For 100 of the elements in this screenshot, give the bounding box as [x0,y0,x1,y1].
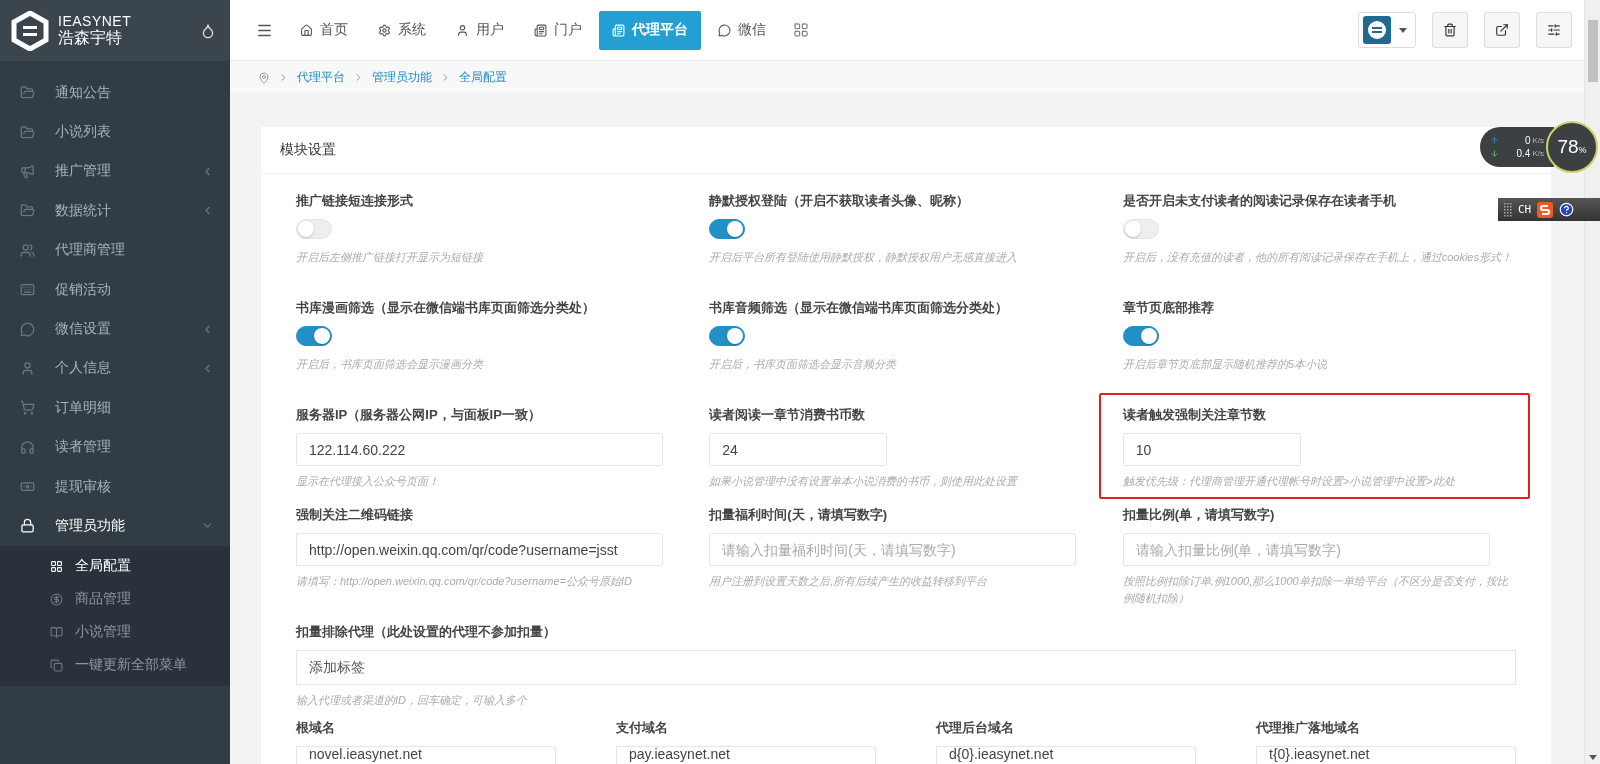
subitem-icon [50,658,63,672]
input-field[interactable]: 请输入扣量比例(单，请填写数字) [1122,533,1490,567]
sidebar-item-icon [20,400,35,416]
field-label: 强制关注二维码链接 [296,506,413,525]
ime-mode[interactable]: CH [1518,203,1532,216]
breadcrumb-link[interactable]: 管理员功能 [372,69,432,86]
caret-icon [1399,27,1407,33]
help-text: 如果小说管理中没有设置单本小说消费的书币，则使用此处设置 [709,474,1019,489]
card-title: 模块设置 [280,141,336,159]
sidebar-item-icon [20,203,35,219]
field-label: 扣量排除代理（此处设置的代理不参加扣量） [296,623,556,642]
help-text: 开启后左侧推广链接打开显示为短链接 [296,250,485,265]
input-method-logo-icon[interactable] [1537,201,1554,218]
sliders-icon [1547,23,1561,37]
input-field[interactable]: 24 [709,433,888,466]
sidebar-subitem[interactable]: 一键更新全部菜单 [0,648,230,682]
tab-icon [378,23,391,37]
help-text: 输入代理或者渠道的ID，回车确定，可输入多个 [296,693,529,709]
subitem-icon [50,559,63,573]
help-text: 开启后，没有充值的读者，他的所有阅读记录保存在手机上，通过cookies形式！ [1122,250,1513,265]
speed-unit: K/s [1532,136,1544,145]
download-speed: 0.4 [1516,148,1531,159]
external-link-icon [1495,23,1509,37]
field-label: 读者阅读一章节消费书币数 [709,406,866,424]
toggle-switch[interactable] [709,219,746,239]
nav-tab[interactable]: 首页 [287,10,361,50]
nav-tab[interactable]: 用户 [443,10,517,50]
field-label: 读者触发强制关注章节数 [1122,406,1266,424]
grid-icon[interactable] [793,22,809,38]
input-field[interactable]: 请输入扣量福利时间(天，请填写数字) [709,533,1077,567]
help-text: 开启后章节页底部显示随机推荐的5本小说 [1122,357,1328,372]
field-label: 书库音频筛选（显示在微信端书库页面筛选分类处） [709,299,1009,317]
help-text: 开启后，书库页面筛选会显示音频分类 [709,357,898,372]
sidebar-item-icon [20,282,35,298]
tab-icon [456,23,469,37]
field-label: 是否开启未支付读者的阅读记录保存在读者手机 [1122,192,1396,210]
input-field[interactable]: 10 [1122,433,1301,466]
field-label: 根域名 [296,719,335,738]
trash-icon [1443,23,1457,37]
field-label: 书库漫画筛选（显示在微信端书库页面筛选分类处） [296,299,595,317]
trash-button[interactable] [1432,12,1468,48]
subitem-icon [50,592,63,606]
toggle-switch[interactable] [1122,326,1159,346]
nav-tab[interactable]: 微信 [705,10,779,50]
speed-unit: K/s [1532,149,1544,158]
toggle-switch[interactable] [296,326,332,346]
grip-icon[interactable] [1504,202,1512,217]
input-field[interactable]: novel.ieasynet.net [296,746,556,764]
help-icon[interactable] [1559,202,1575,217]
sidebar-subitem[interactable]: 小说管理 [0,615,230,649]
download-arrow-icon [1490,149,1499,158]
field-label: 章节页底部推荐 [1122,299,1214,317]
subitem-icon [50,625,63,639]
help-text: 按照比例扣除订单,例1000,那么1000单扣除一单给平台（不区分是否支付，按比例随机扣除） [1122,574,1510,607]
brand-logo-icon [10,10,50,51]
sidebar-item-icon [20,360,35,376]
tag-input-field[interactable]: 添加标签 [296,650,1516,686]
input-field[interactable]: pay.ieasynet.net [616,746,876,764]
input-field[interactable]: d{0}.ieasynet.net [936,746,1196,764]
sidebar-item-icon [20,518,35,534]
tab-icon [612,23,625,37]
field-label: 代理后台域名 [936,719,1014,738]
logo-icon [1363,16,1391,44]
load-percent: 78% [1557,136,1587,158]
field-label: 扣量比例(单，请填写数字) [1122,506,1275,525]
help-text: 开启后平台所有登陆使用静默授权，静默授权用户无感直接进入 [709,250,1019,265]
upload-arrow-icon [1490,136,1499,145]
breadcrumb-link[interactable]: 全局配置 [459,69,507,86]
input-field[interactable]: t{0}.ieasynet.net [1256,746,1516,764]
field-label: 支付域名 [616,719,668,738]
sidebar-subitem[interactable]: 全局配置 [0,549,230,583]
brand-name: IEASYNET [58,14,133,29]
input-field[interactable]: 122.114.60.222 [296,433,663,466]
settings-button[interactable] [1536,12,1572,48]
sidebar-subitem[interactable]: 商品管理 [0,582,230,616]
account-dropdown[interactable] [1358,12,1416,48]
expand-button[interactable] [1484,12,1520,48]
help-text: 开启后，书库页面筛选会显示漫画分类 [296,357,485,372]
help-text: 请填写：http://open.weixin.qq.com/qr/code?username=公众号原始ID [296,574,633,590]
field-label: 扣量福利时间(天，请填写数字) [709,506,887,525]
scrollbar[interactable] [1584,0,1600,764]
tab-icon [534,23,547,37]
tab-icon [300,23,313,37]
sidebar-item-icon [20,85,35,101]
toggle-switch[interactable] [709,326,746,346]
help-text: 用户注册到设置天数之后,所有后续产生的收益转移到平台 [709,574,989,590]
sidebar-item-icon [20,321,35,337]
brand-subtitle: 浩森宇特 [58,29,123,47]
nav-tab[interactable]: 门户 [521,10,595,50]
help-text: 触发优先级：代理商管理开通代理帐号时设置>小说管理中设置>此处 [1122,474,1456,489]
field-label: 代理推广落地域名 [1256,719,1360,738]
nav-tab[interactable]: 系统 [365,10,439,50]
breadcrumb-link[interactable]: 代理平台 [297,69,345,86]
sidebar-item-icon [20,439,35,455]
nav-tab[interactable]: 代理平台 [599,10,701,50]
field-label: 推广链接短连接形式 [296,192,413,210]
droplet-icon[interactable] [200,22,216,39]
input-field[interactable]: http://open.weixin.qq.com/qr/code?username=jsst [296,533,663,567]
sidebar-item-icon [20,124,35,140]
sidebar-item-icon [20,242,35,258]
